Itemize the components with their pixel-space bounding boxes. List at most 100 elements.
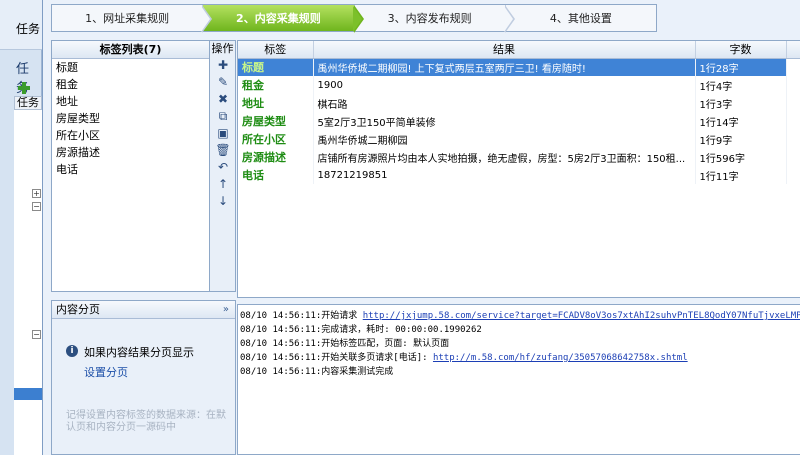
background-task-list[interactable]: + − − bbox=[14, 110, 56, 455]
wizard-steps: 1、网址采集规则 2、内容采集规则 3、内容发布规则 4、其他设置 bbox=[51, 4, 657, 33]
row-spacer bbox=[786, 166, 800, 184]
table-row[interactable]: 地址 棋石路 1行3字 bbox=[238, 94, 800, 112]
column-header-count[interactable]: 字数 bbox=[695, 41, 787, 59]
row-value: 店铺所有房源照片均由本人实地拍摄，绝无虚假，房型：5房2厅3卫面积：150租..… bbox=[313, 148, 696, 166]
row-label: 所在小区 bbox=[238, 130, 314, 148]
step-arrow bbox=[503, 5, 515, 33]
tag-item[interactable]: 所在小区 bbox=[52, 127, 209, 144]
tag-item[interactable]: 标题 bbox=[52, 59, 209, 76]
tag-list-panel: 标签列表(7) 标题 租金 地址 房屋类型 所在小区 房源描述 电话 bbox=[51, 40, 210, 292]
log-time: 08/10 14:56:11: bbox=[240, 311, 322, 321]
background-window: 任务 任务 任务 + − − bbox=[0, 0, 56, 455]
paging-title: 内容分页 bbox=[56, 303, 100, 316]
row-count: 1行9字 bbox=[695, 130, 787, 148]
table-row[interactable]: 房屋类型 5室2厅3卫150平简单装修 1行14字 bbox=[238, 112, 800, 130]
column-header-label[interactable]: 标签 bbox=[238, 41, 314, 59]
row-label: 房屋类型 bbox=[238, 112, 314, 130]
paging-header: 内容分页 » bbox=[52, 301, 235, 319]
trash-icon[interactable]: 🗑 bbox=[210, 142, 236, 159]
log-line: 08/10 14:56:11:开始关联多页请求[电话]: http://m.58… bbox=[240, 351, 798, 365]
step-label: 1、网址采集规则 bbox=[85, 12, 170, 25]
info-icon: i bbox=[66, 345, 78, 357]
content-paging-panel: 内容分页 » i 如果内容结果分页显示 设置分页 记得设置内容标签的数据来源：在… bbox=[51, 300, 236, 455]
log-link[interactable]: http://jxjump.58.com/service?target=FCAD… bbox=[363, 311, 800, 321]
row-count: 1行596字 bbox=[695, 148, 787, 166]
row-label: 房源描述 bbox=[238, 148, 314, 166]
row-value: 18721219851 bbox=[313, 166, 696, 184]
expand-icon[interactable]: − bbox=[32, 330, 41, 339]
log-line: 08/10 14:56:11:开始标签匹配，页面: 默认页面 bbox=[240, 337, 798, 351]
row-spacer bbox=[786, 94, 800, 112]
table-header-row: 标签 结果 字数 bbox=[238, 41, 800, 59]
step-arrow bbox=[352, 5, 364, 33]
paging-info-text: 如果内容结果分页显示 bbox=[84, 346, 194, 359]
tag-item[interactable]: 电话 bbox=[52, 161, 209, 178]
background-column-header: 任务 bbox=[14, 96, 42, 110]
log-panel[interactable]: 08/10 14:56:11:开始请求 http://jxjump.58.com… bbox=[237, 304, 800, 455]
log-time: 08/10 14:56:11: bbox=[240, 325, 322, 335]
row-label: 电话 bbox=[238, 166, 314, 184]
copy-icon[interactable]: ⧉ bbox=[210, 108, 236, 125]
log-line: 08/10 14:56:11:完成请求，耗时: 00:00:00.1990262 bbox=[240, 323, 798, 337]
tag-item[interactable]: 租金 bbox=[52, 76, 209, 93]
log-text: 完成请求，耗时: 00:00:00.1990262 bbox=[321, 325, 482, 335]
tag-item[interactable]: 地址 bbox=[52, 93, 209, 110]
operations-toolbar: 操作 ✚ ✎ ✖ ⧉ ▣ 🗑 ↶ ↑ ↓ bbox=[210, 40, 236, 292]
row-value: 禹州华侨城二期柳园! 上下复式两层五室两厅三卫! 看房随时! bbox=[313, 58, 696, 76]
set-paging-link[interactable]: 设置分页 bbox=[84, 364, 128, 380]
move-up-icon[interactable]: ↑ bbox=[210, 176, 236, 193]
add-icon[interactable]: ✚ bbox=[210, 57, 236, 74]
row-count: 1行3字 bbox=[695, 94, 787, 112]
row-spacer bbox=[786, 112, 800, 130]
table-row[interactable]: 标题 禹州华侨城二期柳园! 上下复式两层五室两厅三卫! 看房随时! 1行28字 bbox=[238, 58, 800, 76]
column-header-result[interactable]: 结果 bbox=[313, 41, 696, 59]
add-icon[interactable] bbox=[18, 82, 30, 94]
row-count: 1行11字 bbox=[695, 166, 787, 184]
selected-task-row[interactable] bbox=[14, 388, 42, 400]
operations-title: 操作 bbox=[211, 42, 234, 55]
tag-list-header: 标签列表(7) bbox=[52, 41, 209, 59]
expand-icon[interactable]: − bbox=[32, 202, 41, 211]
row-count: 1行14字 bbox=[695, 112, 787, 130]
log-text: 开始标签匹配，页面: 默认页面 bbox=[321, 339, 450, 349]
collapse-icon[interactable]: » bbox=[223, 301, 229, 318]
paste-icon[interactable]: ▣ bbox=[210, 125, 236, 142]
undo-icon[interactable]: ↶ bbox=[210, 159, 236, 176]
table-row[interactable]: 电话 18721219851 1行11字 bbox=[238, 166, 800, 184]
table-row[interactable]: 租金 1900 1行4字 bbox=[238, 76, 800, 94]
delete-icon[interactable]: ✖ bbox=[210, 91, 236, 108]
tag-item[interactable]: 房屋类型 bbox=[52, 110, 209, 127]
step-url-rules[interactable]: 1、网址采集规则 bbox=[52, 5, 213, 33]
log-time: 08/10 14:56:11: bbox=[240, 339, 322, 349]
row-label: 地址 bbox=[238, 94, 314, 112]
step-content-rules[interactable]: 2、内容采集规则 bbox=[203, 5, 364, 33]
table-row[interactable]: 所在小区 禹州华侨城二期柳园 1行9字 bbox=[238, 130, 800, 148]
row-value: 1900 bbox=[313, 76, 696, 94]
row-value: 5室2厅3卫150平简单装修 bbox=[313, 112, 696, 130]
table-row[interactable]: 房源描述 店铺所有房源照片均由本人实地拍摄，绝无虚假，房型：5房2厅3卫面积：1… bbox=[238, 148, 800, 166]
row-count: 1行28字 bbox=[695, 58, 787, 76]
log-text: 开始请求 bbox=[321, 311, 363, 321]
step-publish-rules[interactable]: 3、内容发布规则 bbox=[355, 5, 515, 33]
step-label: 3、内容发布规则 bbox=[387, 12, 472, 25]
background-task-label: 任务 bbox=[16, 22, 41, 36]
results-table: 标签 结果 字数 标题 禹州华侨城二期柳园! 上下复式两层五室两厅三卫! 看房随… bbox=[237, 40, 800, 298]
expand-icon[interactable]: + bbox=[32, 189, 41, 198]
log-time: 08/10 14:56:11: bbox=[240, 367, 322, 377]
row-count: 1行4字 bbox=[695, 76, 787, 94]
log-line: 08/10 14:56:11:开始请求 http://jxjump.58.com… bbox=[240, 309, 800, 323]
log-time: 08/10 14:56:11: bbox=[240, 353, 322, 363]
step-label: 2、内容采集规则 bbox=[236, 12, 321, 25]
row-value: 禹州华侨城二期柳园 bbox=[313, 130, 696, 148]
log-text: 开始关联多页请求[电话]: bbox=[321, 353, 433, 363]
log-link[interactable]: http://m.58.com/hf/zufang/35057068642758… bbox=[433, 353, 688, 363]
edit-icon[interactable]: ✎ bbox=[210, 74, 236, 91]
step-other-settings[interactable]: 4、其他设置 bbox=[506, 5, 656, 31]
row-spacer bbox=[786, 148, 800, 166]
tag-item[interactable]: 房源描述 bbox=[52, 144, 209, 161]
log-line: 08/10 14:56:11:内容采集测试完成 bbox=[240, 365, 798, 379]
step-label: 4、其他设置 bbox=[549, 12, 612, 25]
row-label: 租金 bbox=[238, 76, 314, 94]
rule-editor-dialog: 1、网址采集规则 2、内容采集规则 3、内容发布规则 4、其他设置 标签列表(7… bbox=[42, 0, 800, 455]
move-down-icon[interactable]: ↓ bbox=[210, 193, 236, 210]
